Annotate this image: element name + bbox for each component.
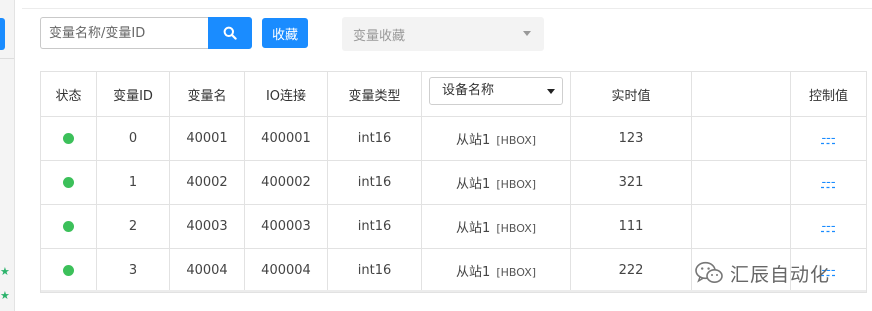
device-name: 从站1 bbox=[455, 133, 491, 148]
device-tag: [HBOX] bbox=[496, 178, 537, 191]
search-input[interactable] bbox=[40, 17, 208, 49]
search-button[interactable] bbox=[208, 17, 252, 49]
control-value-link[interactable]: --- bbox=[821, 219, 835, 234]
device-name: 从站1 bbox=[455, 265, 491, 280]
realtime-value-cell: 321 bbox=[570, 160, 692, 205]
table-row: 1 40002 400002 int16 从站1 [HBOX] 321 --- bbox=[40, 160, 867, 205]
chevron-down-icon bbox=[547, 89, 555, 94]
blank-cell bbox=[691, 160, 791, 205]
favorites-select[interactable]: 变量收藏 bbox=[342, 17, 544, 51]
col-header-status: 状态 bbox=[40, 71, 97, 117]
table-row: 2 40003 400003 int16 从站1 [HBOX] 111 --- bbox=[40, 204, 867, 249]
col-header-control: 控制值 bbox=[790, 71, 867, 117]
var-name-cell: 40001 bbox=[169, 116, 245, 161]
status-cell bbox=[40, 116, 97, 161]
var-name-cell: 40003 bbox=[169, 204, 245, 249]
device-cell: 从站1 [HBOX] bbox=[421, 204, 571, 249]
table-header-row: 状态 变量ID 变量名 IO连接 变量类型 设备名称 实时值 控制值 bbox=[40, 71, 867, 117]
watermark: 汇辰自动化 bbox=[694, 258, 830, 288]
device-cell: 从站1 [HBOX] bbox=[421, 248, 571, 293]
var-id-cell: 1 bbox=[96, 160, 170, 205]
col-header-blank bbox=[691, 71, 791, 117]
col-header-device: 设备名称 bbox=[421, 71, 571, 117]
sidebar-edge: ★ ★ bbox=[0, 0, 15, 311]
device-tag: [HBOX] bbox=[496, 222, 537, 235]
col-header-io: IO连接 bbox=[244, 71, 328, 117]
col-header-var-id: 变量ID bbox=[96, 71, 170, 117]
star-icon: ★ bbox=[0, 265, 10, 278]
status-cell bbox=[40, 204, 97, 249]
status-online-dot bbox=[63, 133, 74, 144]
var-id-cell: 0 bbox=[96, 116, 170, 161]
type-cell: int16 bbox=[327, 160, 422, 205]
control-value-link[interactable]: --- bbox=[821, 131, 835, 146]
type-cell: int16 bbox=[327, 116, 422, 161]
realtime-value-cell: 123 bbox=[570, 116, 692, 161]
device-filter-value: 设备名称 bbox=[442, 83, 495, 98]
chevron-down-icon bbox=[523, 31, 531, 36]
col-header-type: 变量类型 bbox=[327, 71, 422, 117]
sidebar-divider bbox=[0, 58, 14, 59]
device-cell: 从站1 [HBOX] bbox=[421, 116, 571, 161]
blank-cell bbox=[691, 116, 791, 161]
star-icon: ★ bbox=[0, 289, 10, 302]
device-cell: 从站1 [HBOX] bbox=[421, 160, 571, 205]
control-cell: --- bbox=[790, 204, 867, 249]
table-row: 0 40001 400001 int16 从站1 [HBOX] 123 --- bbox=[40, 116, 867, 161]
type-cell: int16 bbox=[327, 204, 422, 249]
status-cell bbox=[40, 160, 97, 205]
device-name: 从站1 bbox=[455, 221, 491, 236]
wechat-icon bbox=[695, 261, 723, 283]
status-cell bbox=[40, 248, 97, 293]
blank-cell bbox=[691, 204, 791, 249]
type-cell: int16 bbox=[327, 248, 422, 293]
col-header-var-name: 变量名 bbox=[169, 71, 245, 117]
status-online-dot bbox=[63, 177, 74, 188]
realtime-value-cell: 222 bbox=[570, 248, 692, 293]
control-cell: --- bbox=[790, 116, 867, 161]
device-name: 从站1 bbox=[455, 177, 491, 192]
realtime-value-cell: 111 bbox=[570, 204, 692, 249]
control-cell: --- bbox=[790, 160, 867, 205]
status-online-dot bbox=[63, 265, 74, 276]
sidebar-active-marker[interactable] bbox=[0, 18, 5, 50]
var-name-cell: 40002 bbox=[169, 160, 245, 205]
watermark-text: 汇辰自动化 bbox=[730, 263, 831, 286]
col-header-realtime: 实时值 bbox=[570, 71, 692, 117]
var-name-cell: 40004 bbox=[169, 248, 245, 293]
favorite-button[interactable]: 收藏 bbox=[262, 18, 308, 48]
io-cell: 400003 bbox=[244, 204, 328, 249]
device-tag: [HBOX] bbox=[496, 266, 537, 279]
favorites-select-value: 变量收藏 bbox=[353, 28, 406, 44]
var-id-cell: 2 bbox=[96, 204, 170, 249]
io-cell: 400002 bbox=[244, 160, 328, 205]
search-icon bbox=[223, 26, 237, 40]
io-cell: 400004 bbox=[244, 248, 328, 293]
device-tag: [HBOX] bbox=[496, 134, 537, 147]
status-online-dot bbox=[63, 221, 74, 232]
control-value-link[interactable]: --- bbox=[821, 175, 835, 190]
var-id-cell: 3 bbox=[96, 248, 170, 293]
io-cell: 400001 bbox=[244, 116, 328, 161]
device-filter-select[interactable]: 设备名称 bbox=[429, 77, 563, 105]
